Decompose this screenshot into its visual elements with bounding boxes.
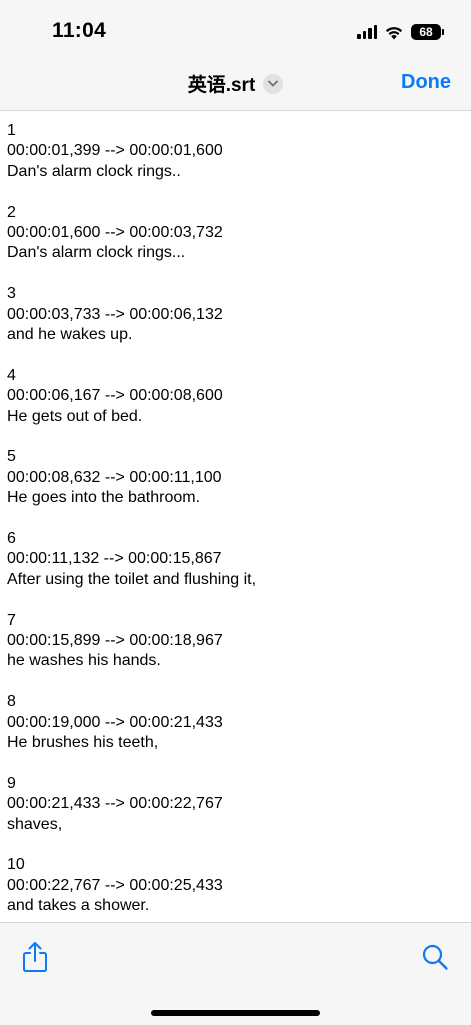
done-button[interactable]: Done — [401, 71, 451, 94]
subtitle-entry: 8 00:00:19,000 --> 00:00:21,433 He brushes… — [7, 692, 471, 753]
subtitle-text: Dan's alarm clock rings.. — [7, 162, 181, 180]
search-button[interactable] — [421, 943, 449, 971]
wifi-icon — [385, 26, 403, 39]
subtitle-text: he washes his hands. — [7, 652, 161, 670]
subtitle-timing: 00:00:01,399 --> 00:00:01,600 — [7, 142, 223, 160]
subtitle-text: He gets out of bed. — [7, 407, 143, 425]
subtitle-index: 4 — [7, 366, 16, 384]
subtitle-text: shaves, — [7, 815, 63, 833]
subtitle-index: 8 — [7, 693, 16, 711]
status-icons: 68 — [357, 20, 444, 44]
subtitle-timing: 00:00:15,899 --> 00:00:18,967 — [7, 632, 223, 650]
chevron-down-icon[interactable] — [263, 73, 284, 94]
search-icon — [422, 944, 448, 970]
cellular-signal-icon — [357, 25, 377, 39]
header: 11:04 68 英语.srt Done — [0, 0, 471, 111]
subtitle-entry: 4 00:00:06,167 --> 00:00:08,600 He gets ou… — [7, 366, 471, 427]
subtitle-entry: 3 00:00:03,733 --> 00:00:06,132 and he wak… — [7, 284, 471, 345]
status-bar: 11:04 68 — [0, 0, 471, 60]
subtitle-list: 1 00:00:01,399 --> 00:00:01,600 Dan's alar… — [0, 111, 471, 917]
subtitle-index: 5 — [7, 448, 16, 466]
subtitle-entry: 1 00:00:01,399 --> 00:00:01,600 Dan's alar… — [7, 121, 471, 182]
subtitle-timing: 00:00:19,000 --> 00:00:21,433 — [7, 713, 223, 731]
subtitle-timing: 00:00:21,433 --> 00:00:22,767 — [7, 795, 223, 813]
subtitle-entry: 9 00:00:21,433 --> 00:00:22,767 shaves, — [7, 774, 471, 835]
subtitle-text: and takes a shower. — [7, 897, 150, 915]
page-title: 英语.srt — [187, 75, 256, 96]
subtitle-index: 3 — [7, 285, 16, 303]
subtitle-timing: 00:00:06,167 --> 00:00:08,600 — [7, 387, 223, 405]
battery-level: 68 — [419, 25, 433, 39]
bottom-toolbar — [0, 922, 471, 1025]
subtitle-index: 7 — [7, 611, 16, 629]
subtitle-text: Dan's alarm clock rings... — [7, 244, 186, 262]
subtitle-index: 9 — [7, 774, 16, 792]
subtitle-entry: 7 00:00:15,899 --> 00:00:18,967 he washes … — [7, 611, 471, 672]
home-indicator[interactable] — [151, 1010, 320, 1016]
share-icon — [23, 942, 47, 972]
subtitle-text: He brushes his teeth, — [7, 734, 159, 752]
subtitle-entry: 2 00:00:01,600 --> 00:00:03,732 Dan's alar… — [7, 203, 471, 264]
subtitle-index: 2 — [7, 203, 16, 221]
subtitle-entry: 10 00:00:22,767 --> 00:00:25,433 and takes… — [7, 855, 471, 916]
subtitle-timing: 00:00:22,767 --> 00:00:25,433 — [7, 876, 223, 894]
subtitle-text: and he wakes up. — [7, 326, 133, 344]
subtitle-index: 1 — [7, 122, 16, 139]
subtitle-index: 6 — [7, 530, 16, 548]
subtitle-text: He goes into the bathroom. — [7, 489, 201, 507]
subtitle-timing: 00:00:01,600 --> 00:00:03,732 — [7, 224, 223, 242]
document-content[interactable]: 1 00:00:01,399 --> 00:00:01,600 Dan's alar… — [0, 111, 471, 921]
subtitle-timing: 00:00:11,132 --> 00:00:15,867 — [7, 550, 222, 568]
navigation-bar: 英语.srt Done — [0, 62, 471, 108]
subtitle-text: After using the toilet and flushing it, — [7, 570, 257, 588]
battery-icon: 68 — [411, 24, 444, 40]
status-time: 11:04 — [52, 19, 107, 42]
subtitle-entry: 5 00:00:08,632 --> 00:00:11,100 He goes in… — [7, 447, 471, 508]
share-button[interactable] — [21, 940, 49, 974]
subtitle-entry: 6 00:00:11,132 --> 00:00:15,867 After usin… — [7, 529, 471, 590]
subtitle-timing: 00:00:03,733 --> 00:00:06,132 — [7, 305, 223, 323]
subtitle-timing: 00:00:08,632 --> 00:00:11,100 — [7, 468, 222, 486]
subtitle-index: 10 — [7, 856, 25, 874]
